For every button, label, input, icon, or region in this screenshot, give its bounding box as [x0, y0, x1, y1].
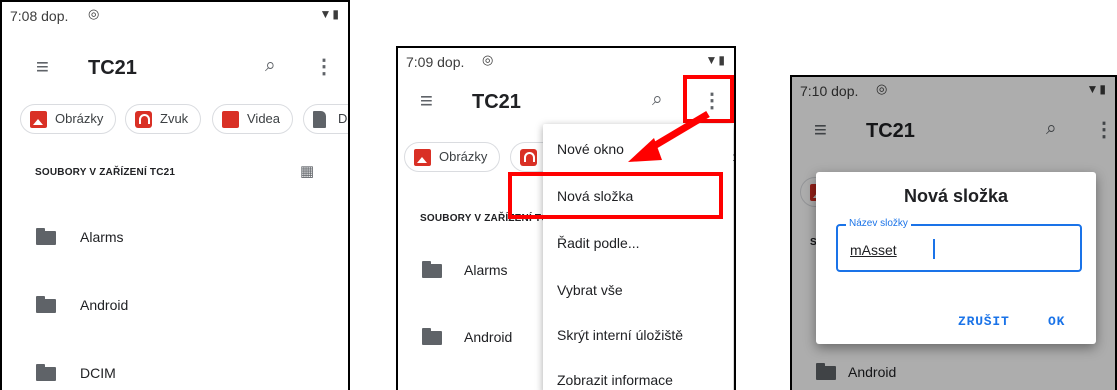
text-caret	[933, 239, 935, 259]
chip-label: Videa	[247, 111, 281, 126]
cancel-button[interactable]: ZRUŠIT	[958, 314, 1010, 329]
menu-item-new-window[interactable]: Nové okno	[557, 141, 624, 157]
folder-icon	[36, 296, 56, 313]
search-icon[interactable]: ⌕	[265, 55, 276, 77]
app-title: TC21	[472, 91, 521, 113]
folder-icon	[36, 228, 56, 245]
signal-battery-icon: ▼▮	[319, 7, 340, 21]
cast-icon: ◎	[88, 6, 100, 21]
chip-videos[interactable]: Videa	[212, 104, 294, 134]
status-bar: 7:09 dop. ◎ ▼▮	[398, 48, 734, 76]
folder-row[interactable]: Android	[2, 286, 348, 326]
chip-documents[interactable]: Do	[303, 104, 348, 134]
section-heading: SOUBORY V ZAŘÍZENÍ TC21	[35, 167, 176, 178]
ok-button[interactable]: OK	[1048, 314, 1065, 329]
red-arrow-icon	[628, 110, 710, 162]
screen-3-new-folder-dialog: 7:10 dop. ◎ ▼▮ ≡ TC21 ⌕ ⋮ SO Android Nov…	[790, 75, 1117, 390]
folder-name: Alarms	[464, 262, 508, 278]
image-icon	[30, 111, 47, 128]
chip-audio[interactable]: Zvuk	[125, 104, 202, 134]
menu-item-sort-by[interactable]: Řadit podle...	[557, 235, 640, 251]
signal-battery-icon: ▼▮	[705, 53, 726, 67]
folder-row[interactable]: DCIM	[2, 354, 348, 390]
screen-2-overflow-menu: 7:09 dop. ◎ ▼▮ ≡ TC21 ⌕ ⋮ Obrázky Do SOU…	[396, 46, 736, 390]
menu-item-select-all[interactable]: Vybrat vše	[557, 282, 623, 298]
folder-name: DCIM	[80, 365, 116, 381]
folder-name: Android	[80, 297, 129, 313]
folder-name: Alarms	[80, 229, 124, 245]
menu-hamburger-icon[interactable]: ≡	[420, 88, 433, 114]
grid-view-icon[interactable]: ▦	[300, 162, 314, 180]
document-icon	[313, 111, 326, 128]
chip-images[interactable]: Obrázky	[404, 142, 501, 172]
menu-hamburger-icon[interactable]: ≡	[36, 54, 49, 80]
folder-name-label: Název složky	[846, 218, 911, 229]
chip-label: Zvuk	[160, 111, 189, 126]
audio-icon	[135, 111, 152, 128]
status-bar: 7:08 dop. ◎ ▼▮	[2, 2, 348, 30]
folder-icon	[422, 261, 442, 278]
cast-icon: ◎	[482, 52, 494, 67]
folder-name-field[interactable]: Název složky mAsset	[836, 218, 1082, 272]
menu-item-hide-internal-storage[interactable]: Skrýt interní úložiště	[557, 327, 683, 343]
folder-icon	[36, 364, 56, 381]
screen-1-file-browser: 7:08 dop. ◎ ▼▮ ≡ TC21 ⌕ ⋮ Obrázky Zvuk V…	[0, 0, 350, 390]
image-icon	[414, 149, 431, 166]
chip-label: Do	[338, 111, 348, 126]
folder-icon	[422, 328, 442, 345]
video-icon	[222, 111, 239, 128]
category-chips: Obrázky Zvuk Videa Do	[2, 104, 348, 138]
menu-item-show-info[interactable]: Zobrazit informace	[557, 372, 673, 388]
dialog-title: Nová složka	[903, 186, 1009, 206]
folder-name: Android	[464, 329, 513, 345]
status-time: 7:08 dop.	[10, 8, 69, 24]
chip-label: Obrázky	[55, 111, 104, 126]
app-title: TC21	[88, 57, 137, 79]
folder-name-value: mAsset	[850, 242, 897, 258]
chip-label: Obrázky	[439, 149, 488, 164]
app-bar: ≡ TC21 ⌕ ⋮	[2, 48, 348, 98]
folder-row[interactable]: Alarms	[2, 218, 348, 258]
chip-images[interactable]: Obrázky	[20, 104, 117, 134]
audio-icon	[520, 149, 537, 166]
more-options-icon[interactable]: ⋮	[314, 54, 334, 79]
new-folder-dialog: Nová složka Název složky mAsset ZRUŠIT O…	[816, 172, 1096, 344]
highlight-new-folder	[508, 172, 723, 219]
status-time: 7:09 dop.	[406, 54, 465, 70]
